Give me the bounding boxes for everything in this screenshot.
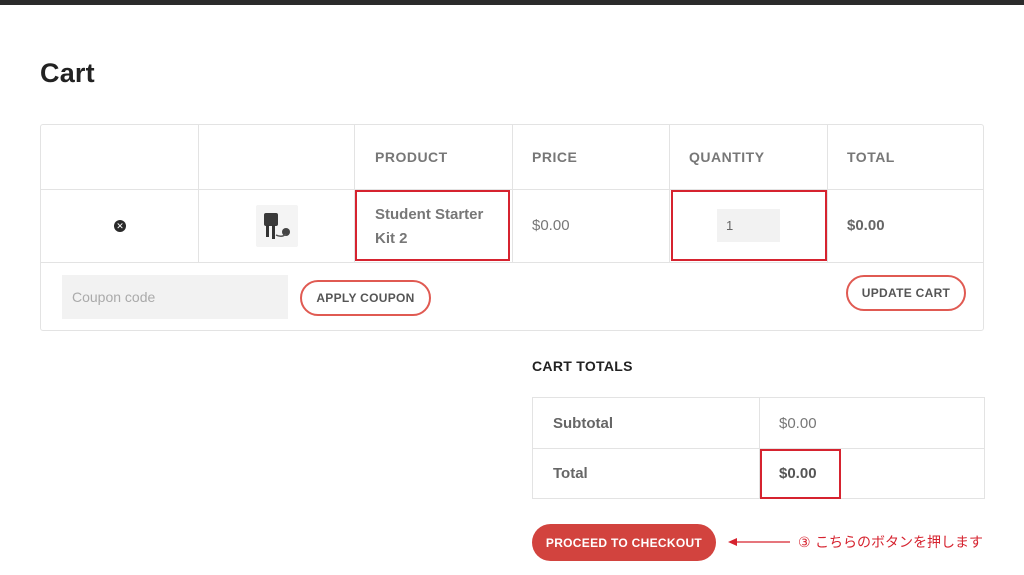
highlight-box-total — [760, 449, 841, 499]
product-image — [264, 213, 290, 239]
header-quantity: QUANTITY — [689, 149, 765, 165]
update-cart-button[interactable]: UPDATE CART — [846, 275, 966, 311]
header-product: PRODUCT — [375, 149, 448, 165]
subtotal-label: Subtotal — [553, 415, 613, 432]
highlight-box-product — [355, 190, 510, 261]
page-title: Cart — [40, 58, 95, 88]
top-bar — [0, 0, 1024, 5]
header-total: TOTAL — [847, 149, 895, 165]
remove-item-icon[interactable]: ✕ — [114, 220, 126, 232]
apply-coupon-button[interactable]: APPLY COUPON — [300, 280, 431, 316]
subtotal-row: Subtotal $0.00 — [533, 398, 984, 449]
total-label: Total — [553, 465, 588, 482]
product-thumbnail[interactable] — [256, 205, 298, 247]
coupon-code-input[interactable] — [62, 275, 288, 319]
cart-table: PRODUCT PRICE QUANTITY TOTAL ✕ Student S… — [40, 124, 984, 331]
cart-totals-title: CART TOTALS — [532, 358, 633, 374]
item-total: $0.00 — [847, 217, 885, 234]
item-price: $0.00 — [532, 217, 570, 234]
subtotal-value: $0.00 — [779, 415, 817, 432]
arrow-left-icon — [728, 538, 790, 546]
proceed-to-checkout-button[interactable]: PROCEED TO CHECKOUT — [532, 524, 716, 561]
header-price: PRICE — [532, 149, 578, 165]
cart-actions-row: APPLY COUPON UPDATE CART — [41, 262, 983, 330]
annotation-text: ③ こちらのボタンを押します — [798, 535, 984, 551]
table-row: ✕ Student Starter Kit 2 $0.00 $0.00 — [41, 189, 983, 263]
total-row: Total $0.00 — [533, 449, 984, 498]
cart-totals-table: Subtotal $0.00 Total $0.00 — [532, 397, 985, 499]
highlight-box-quantity — [671, 190, 827, 261]
